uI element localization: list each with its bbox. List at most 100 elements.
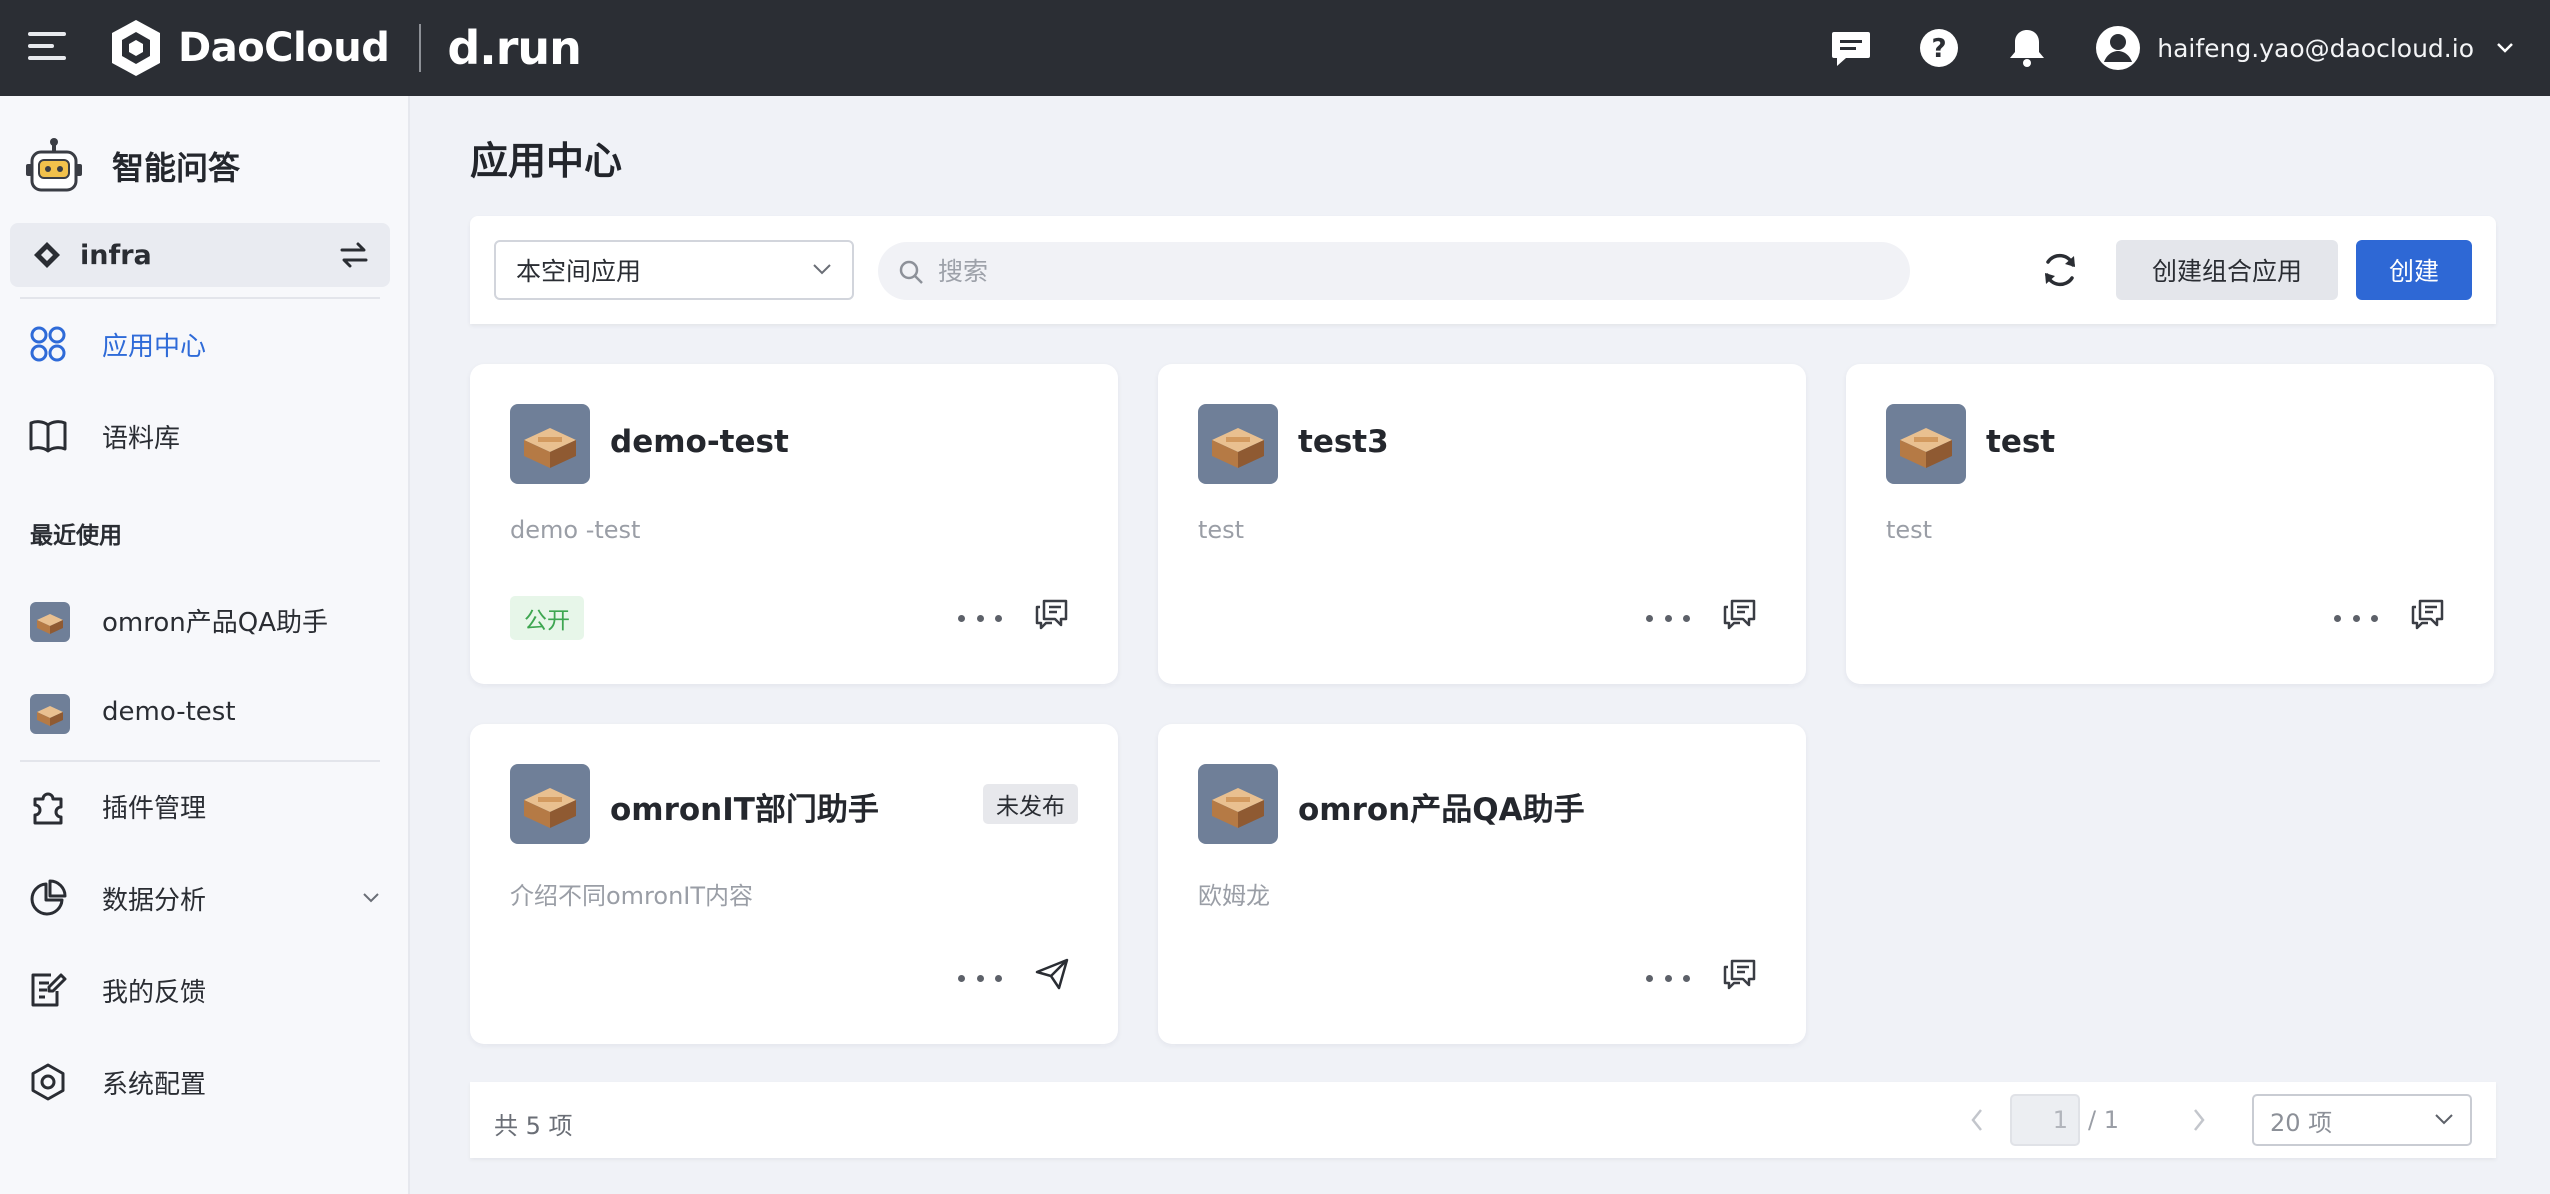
user-email[interactable]: haifeng.yao@daocloud.io (2157, 34, 2474, 63)
chat-icon[interactable] (1720, 594, 1760, 634)
sidebar-item-label: 应用中心 (102, 331, 207, 362)
svg-text:?: ? (1932, 34, 1947, 64)
app-card-desc: 欧姆龙 (1198, 882, 1270, 910)
page-size-value: 20 项 (2270, 1108, 2333, 1137)
sidebar-item-plugins[interactable]: 插件管理 (0, 776, 410, 836)
pagination: 共 5 项 1 / 1 20 项 (470, 1082, 2496, 1158)
sidebar-item-analytics[interactable]: 数据分析 (0, 868, 410, 928)
chevron-down-icon (2435, 1114, 2453, 1125)
plugin-icon (28, 788, 68, 825)
feedback-icon (28, 972, 68, 1008)
brand-name: DaoCloud (178, 25, 390, 71)
status-badge: 公开 (510, 596, 584, 640)
space-icon (34, 242, 60, 268)
app-thumbnail (1198, 764, 1278, 844)
page-total: / 1 (2088, 1106, 2119, 1134)
space-name: infra (80, 239, 152, 271)
create-button[interactable]: 创建 (2356, 240, 2472, 300)
app-card-title: test3 (1298, 424, 1389, 460)
app-card[interactable]: demo-test demo -test 公开 (470, 364, 1118, 684)
toolbar: 本空间应用 创建组合应用 创建 (470, 216, 2496, 324)
page-title: 应用中心 (470, 139, 623, 183)
gear-icon (28, 1063, 68, 1101)
chevron-down-icon[interactable] (362, 892, 380, 904)
app-thumbnail (30, 694, 70, 734)
total-count: 共 5 项 (494, 1112, 573, 1140)
sidebar-divider (20, 760, 380, 762)
bell-icon[interactable] (2003, 24, 2051, 72)
space-switcher[interactable]: infra (10, 223, 390, 287)
more-icon[interactable] (1646, 610, 1690, 626)
pie-chart-icon (28, 879, 68, 916)
logo-divider (419, 24, 422, 72)
app-card[interactable]: test3 test (1158, 364, 1806, 684)
chat-icon[interactable] (1032, 594, 1072, 634)
swap-icon[interactable] (338, 241, 370, 269)
scope-select-value: 本空间应用 (516, 257, 642, 286)
sidebar-item-label: 插件管理 (102, 793, 207, 824)
create-combo-app-button[interactable]: 创建组合应用 (2116, 240, 2338, 300)
app-card-title: demo-test (610, 424, 789, 460)
sidebar-item-label: 系统配置 (102, 1069, 207, 1100)
book-icon (28, 418, 68, 454)
app-card-desc: demo -test (510, 516, 641, 544)
app-thumbnail (1198, 404, 1278, 484)
sidebar-item-label: 语料库 (102, 423, 181, 454)
more-icon[interactable] (958, 970, 1002, 986)
sidebar-item-feedback[interactable]: 我的反馈 (0, 960, 410, 1020)
search-input[interactable] (938, 256, 1838, 286)
sidebar-item-corpus[interactable]: 语料库 (0, 406, 410, 466)
top-bar: DaoCloud d.run ? haifeng.yao@daocloud.io (0, 0, 2550, 96)
app-card-title: test (1986, 424, 2056, 460)
chevron-down-icon[interactable] (2496, 42, 2514, 54)
status-badge: 未发布 (983, 784, 1078, 824)
recent-item-label: omron产品QA助手 (102, 607, 328, 638)
recent-item-label: demo-test (102, 697, 236, 727)
send-icon[interactable] (1032, 954, 1072, 994)
chevron-right-icon[interactable] (2192, 1108, 2206, 1132)
more-icon[interactable] (958, 610, 1002, 626)
page-size-select[interactable]: 20 项 (2252, 1094, 2472, 1146)
app-card-title: omron产品QA助手 (1298, 792, 1585, 828)
page-number-input[interactable]: 1 (2010, 1094, 2080, 1146)
avatar[interactable] (2095, 25, 2141, 71)
sidebar-item-label: 我的反馈 (102, 977, 207, 1008)
app-thumbnail (510, 764, 590, 844)
app-card-title: omronIT部门助手 (610, 792, 879, 828)
recent-item-demo-test[interactable]: demo-test (0, 682, 410, 742)
search-box[interactable] (878, 242, 1910, 300)
help-icon[interactable]: ? (1915, 24, 1963, 72)
app-card-desc: 介绍不同omronIT内容 (510, 882, 754, 910)
app-title: 智能问答 (112, 149, 241, 187)
recent-item-omron-qa[interactable]: omron产品QA助手 (0, 590, 410, 650)
message-icon[interactable] (1827, 24, 1875, 72)
apps-icon (28, 326, 68, 362)
logo[interactable]: DaoCloud d.run (108, 14, 582, 82)
chat-icon[interactable] (2408, 594, 2448, 634)
chevron-left-icon[interactable] (1970, 1108, 1984, 1132)
app-thumbnail (510, 404, 590, 484)
chat-icon[interactable] (1720, 954, 1760, 994)
sidebar: 智能问答 infra 应用中心 语料库 最近使用 omron产品QA助手 dem… (0, 96, 410, 1194)
recent-section-label: 最近使用 (30, 523, 122, 549)
product-name: d.run (447, 21, 582, 75)
app-card[interactable]: omron产品QA助手 欧姆龙 (1158, 724, 1806, 1044)
more-icon[interactable] (2334, 610, 2378, 626)
menu-icon[interactable] (28, 32, 66, 64)
app-card[interactable]: test test (1846, 364, 2494, 684)
chevron-down-icon (813, 264, 831, 275)
app-card-desc: test (1886, 516, 1933, 544)
search-icon (899, 260, 923, 284)
app-card[interactable]: omronIT部门助手 未发布 介绍不同omronIT内容 (470, 724, 1118, 1044)
more-icon[interactable] (1646, 970, 1690, 986)
app-card-desc: test (1198, 516, 1245, 544)
sidebar-item-label: 数据分析 (102, 885, 207, 916)
refresh-icon[interactable] (2040, 250, 2080, 290)
robot-icon (26, 138, 82, 192)
scope-select[interactable]: 本空间应用 (494, 240, 854, 300)
app-thumbnail (30, 602, 70, 642)
sidebar-item-app-center[interactable]: 应用中心 (0, 314, 410, 374)
daocloud-logo-icon (112, 20, 160, 76)
sidebar-item-settings[interactable]: 系统配置 (0, 1052, 410, 1112)
sidebar-divider (20, 297, 380, 299)
